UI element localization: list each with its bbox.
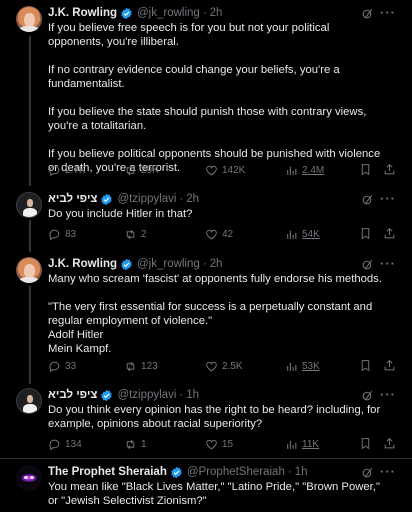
views-button[interactable]: 2.4M bbox=[285, 163, 324, 177]
grok-icon[interactable] bbox=[361, 193, 374, 206]
separator-dot: · bbox=[202, 258, 207, 270]
verified-badge-icon bbox=[101, 193, 113, 205]
timestamp[interactable]: 2h bbox=[186, 193, 199, 205]
reply-button[interactable]: 33 bbox=[48, 359, 76, 373]
author-name[interactable]: J.K. Rowling bbox=[48, 7, 117, 19]
bookmark-icon[interactable] bbox=[359, 437, 372, 450]
tweet[interactable]: J.K. Rowling @jk_rowling · 2h ··· If you… bbox=[0, 0, 412, 185]
views-button[interactable]: 11K bbox=[285, 437, 319, 451]
share-icon[interactable] bbox=[383, 437, 396, 450]
repost-icon bbox=[126, 165, 135, 175]
repost-button[interactable]: 2 bbox=[124, 227, 147, 241]
like-button[interactable]: 142K bbox=[205, 163, 245, 177]
reply-icon bbox=[49, 361, 60, 372]
heart-icon bbox=[206, 361, 217, 371]
author-handle[interactable]: @ProphetSheraiah bbox=[187, 466, 285, 478]
bookmark-icon[interactable] bbox=[359, 227, 372, 240]
tweet-text: Many who scream 'fascist' at opponents f… bbox=[48, 273, 382, 355]
views-icon bbox=[287, 230, 297, 239]
separator-dot: · bbox=[287, 466, 292, 478]
repost-button[interactable]: 29K bbox=[124, 163, 159, 177]
heart-icon bbox=[206, 439, 217, 449]
bookmark-icon[interactable] bbox=[359, 163, 372, 176]
reply-button[interactable]: 2.7K bbox=[48, 163, 86, 177]
avatar[interactable] bbox=[16, 465, 42, 491]
timestamp[interactable]: 2h bbox=[210, 258, 223, 270]
more-options-icon[interactable]: ··· bbox=[380, 192, 396, 205]
grok-icon[interactable] bbox=[361, 466, 374, 479]
views-icon bbox=[287, 440, 297, 449]
tweet[interactable]: The Prophet Sheraiah @ProphetSheraiah · … bbox=[0, 459, 412, 512]
author-handle[interactable]: @jk_rowling bbox=[137, 258, 200, 270]
verified-badge-icon bbox=[121, 258, 132, 270]
tweet-text: Do you think every opinion has the right… bbox=[48, 404, 381, 430]
author-handle[interactable]: @jk_rowling bbox=[137, 7, 200, 19]
reply-button[interactable]: 134 bbox=[48, 437, 82, 451]
share-icon[interactable] bbox=[383, 359, 396, 372]
heart-icon bbox=[206, 229, 217, 239]
avatar[interactable] bbox=[16, 257, 42, 283]
reply-icon bbox=[49, 229, 60, 240]
tweet-actions: 33 123 2.5K 53K bbox=[48, 359, 396, 373]
verified-badge-icon bbox=[171, 466, 182, 478]
share-icon[interactable] bbox=[383, 227, 396, 240]
more-options-icon[interactable]: ··· bbox=[380, 465, 396, 478]
tweet[interactable]: ציפי לביא @tzippylavi · 1h ··· Do you th… bbox=[0, 382, 412, 458]
bookmark-icon[interactable] bbox=[359, 359, 372, 372]
like-button[interactable]: 15 bbox=[205, 437, 233, 451]
verified-badge-icon bbox=[121, 7, 132, 19]
author-handle[interactable]: @tzippylavi bbox=[117, 389, 176, 401]
verified-badge-icon bbox=[101, 389, 113, 401]
views-button[interactable]: 53K bbox=[285, 359, 320, 373]
avatar[interactable] bbox=[16, 192, 42, 218]
more-options-icon[interactable]: ··· bbox=[380, 257, 396, 270]
separator-dot: · bbox=[179, 193, 184, 205]
more-options-icon[interactable]: ··· bbox=[380, 388, 396, 401]
author-name[interactable]: ציפי לביא bbox=[48, 193, 97, 205]
views-button[interactable]: 54K bbox=[285, 227, 320, 241]
repost-icon bbox=[126, 361, 135, 371]
tweet-text: If you believe free speech is for you bu… bbox=[48, 22, 381, 174]
repost-button[interactable]: 1 bbox=[124, 437, 147, 451]
timestamp[interactable]: 1h bbox=[186, 389, 199, 401]
author-name[interactable]: J.K. Rowling bbox=[48, 258, 117, 270]
tweet-actions: 2.7K 29K 142K 2.4M bbox=[48, 163, 396, 177]
tweet-actions: 134 1 15 11K bbox=[48, 437, 396, 451]
grok-icon[interactable] bbox=[361, 7, 374, 20]
author-handle[interactable]: @tzippylavi bbox=[117, 193, 176, 205]
tweet-text: Do you include Hitler in that? bbox=[48, 208, 193, 220]
heart-icon bbox=[206, 165, 217, 175]
grok-icon[interactable] bbox=[361, 258, 374, 271]
reply-icon bbox=[49, 165, 60, 176]
repost-icon bbox=[126, 439, 135, 449]
reply-icon bbox=[49, 439, 60, 450]
avatar[interactable] bbox=[16, 388, 42, 414]
separator-dot: · bbox=[202, 7, 207, 19]
tweet-actions: 83 2 42 54K bbox=[48, 227, 396, 241]
avatar[interactable] bbox=[16, 6, 42, 32]
grok-icon[interactable] bbox=[361, 389, 374, 402]
more-options-icon[interactable]: ··· bbox=[380, 6, 396, 19]
repost-icon bbox=[126, 229, 135, 239]
timestamp[interactable]: 1h bbox=[295, 466, 308, 478]
reply-button[interactable]: 83 bbox=[48, 227, 76, 241]
author-name[interactable]: The Prophet Sheraiah bbox=[48, 466, 167, 478]
views-icon bbox=[287, 362, 297, 371]
like-button[interactable]: 2.5K bbox=[205, 359, 243, 373]
timestamp[interactable]: 2h bbox=[210, 7, 223, 19]
separator-dot: · bbox=[179, 389, 184, 401]
views-icon bbox=[287, 166, 297, 175]
author-name[interactable]: ציפי לביא bbox=[48, 389, 97, 401]
like-button[interactable]: 42 bbox=[205, 227, 233, 241]
tweet[interactable]: ציפי לביא @tzippylavi · 2h ··· Do you in… bbox=[0, 186, 412, 250]
repost-button[interactable]: 123 bbox=[124, 359, 158, 373]
tweet-text: You mean like "Black Lives Matter," "Lat… bbox=[48, 481, 380, 507]
tweet[interactable]: J.K. Rowling @jk_rowling · 2h ··· Many w… bbox=[0, 251, 412, 381]
share-icon[interactable] bbox=[383, 163, 396, 176]
